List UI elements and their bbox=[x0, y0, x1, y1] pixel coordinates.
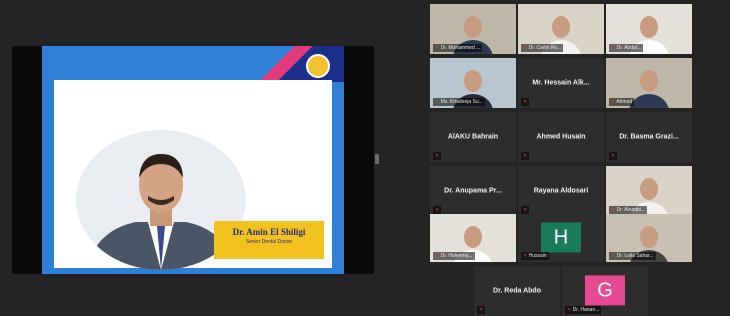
participant-name: Dr. Basma Grazi... bbox=[619, 133, 679, 141]
avatar: G bbox=[585, 275, 625, 306]
participant-tile[interactable]: ✕ Dr. Alnaqbi... bbox=[606, 166, 692, 216]
participant-label-text: Ms. Khadeeja Su... bbox=[440, 99, 483, 105]
participant-tile[interactable]: Mr. Hessain Alk... ✕ bbox=[518, 58, 604, 108]
muted-mic-icon: ✕ bbox=[523, 153, 528, 159]
participant-label-text: Dr. Mohammed ... bbox=[440, 45, 481, 51]
participant-label: ✕ bbox=[609, 152, 618, 160]
participant-tile[interactable]: ✕ Ahmed bbox=[606, 58, 692, 108]
participant-tile[interactable]: ✕ Dr. Mohammed ... bbox=[430, 4, 516, 54]
participant-label: ✕ bbox=[477, 306, 486, 314]
participant-label-text: Hussain bbox=[528, 253, 547, 259]
participant-tile[interactable]: Dr. Anupama Pr... ✕ bbox=[430, 166, 516, 216]
participant-label-text: Dr. Laila Sahar... bbox=[616, 253, 654, 259]
participant-label: ✕ bbox=[521, 206, 530, 214]
participant-label: ✕ Dr. Mohammed ... bbox=[433, 44, 483, 52]
participant-label: ✕ Dr. Alnaqbi... bbox=[609, 206, 647, 214]
participant-name: Dr. Reda Abdo bbox=[493, 287, 541, 295]
participant-tile[interactable]: ✕ Dr. Haleema... bbox=[430, 214, 516, 262]
participant-tile[interactable]: ✕ Dr. Laila Sahar... bbox=[606, 214, 692, 262]
participant-label: ✕ Hussain bbox=[521, 252, 549, 260]
participant-label: ✕ bbox=[521, 98, 530, 106]
avatar: H bbox=[541, 222, 581, 253]
participant-label: ✕ Dr. Laila Sahar... bbox=[609, 252, 656, 260]
participant-name: AlAKU Bahrain bbox=[447, 133, 499, 141]
participant-label-text: Dr. Haleema... bbox=[440, 253, 473, 259]
muted-mic-icon: ✕ bbox=[523, 99, 528, 105]
participant-name: Dr. Anupama Pr... bbox=[444, 187, 502, 195]
muted-mic-icon: ✕ bbox=[479, 307, 484, 313]
splitter-handle[interactable] bbox=[375, 154, 379, 164]
muted-mic-icon: ✕ bbox=[611, 153, 616, 159]
participant-name: Rayana Aldosari bbox=[533, 187, 589, 195]
muted-mic-icon: ✕ bbox=[523, 207, 528, 213]
muted-mic-icon: ✕ bbox=[435, 153, 440, 159]
participant-tile[interactable]: Ahmed Husain ✕ bbox=[518, 112, 604, 162]
participant-name: Ahmed Husain bbox=[536, 133, 586, 141]
slide-banner bbox=[258, 46, 344, 82]
participant-tile[interactable]: H ✕ Hussain bbox=[518, 214, 604, 262]
participant-label: ✕ Dr. Haleema... bbox=[433, 252, 475, 260]
participant-label: ✕ Dr. Hanan... bbox=[565, 306, 602, 314]
participant-tile[interactable]: Dr. Reda Abdo ✕ bbox=[474, 266, 560, 316]
participant-tile[interactable]: ✕ Dr. Abdul... bbox=[606, 4, 692, 54]
participant-tile[interactable]: ✕ Ms. Khadeeja Su... bbox=[430, 58, 516, 108]
participant-name: Mr. Hessain Alk... bbox=[532, 79, 590, 87]
muted-mic-icon: ✕ bbox=[435, 207, 440, 213]
speaker-name: Dr. Amin El Shiligi bbox=[232, 227, 306, 237]
participant-label-text: Ahmed bbox=[616, 99, 633, 105]
participant-label-text: Dr. Alnaqbi... bbox=[616, 207, 645, 213]
participant-label: ✕ Ahmed bbox=[609, 98, 635, 106]
participant-label: ✕ Ms. Khadeeja Su... bbox=[433, 98, 485, 106]
participant-tile[interactable]: Dr. Basma Grazi... ✕ bbox=[606, 112, 692, 162]
shared-screen: Dr. Amin El Shiligi Senior Dental Doctor bbox=[12, 46, 374, 274]
speaker-title: Senior Dental Doctor bbox=[245, 239, 293, 245]
participant-label: ✕ Dr. Carlin Ro... bbox=[521, 44, 564, 52]
participant-label: ✕ bbox=[521, 152, 530, 160]
speaker-name-plate: Dr. Amin El Shiligi Senior Dental Doctor bbox=[214, 221, 324, 259]
participant-label: ✕ bbox=[433, 152, 442, 160]
participant-tile[interactable]: ✕ Dr. Carlin Ro... bbox=[518, 4, 604, 54]
participant-tile[interactable]: G ✕ Dr. Hanan... bbox=[562, 266, 648, 316]
presentation-slide: Dr. Amin El Shiligi Senior Dental Doctor bbox=[42, 46, 344, 274]
participant-label-text: Dr. Hanan... bbox=[572, 307, 600, 313]
participant-tile[interactable]: Rayana Aldosari ✕ bbox=[518, 166, 604, 216]
participant-label-text: Dr. Carlin Ro... bbox=[528, 45, 562, 51]
participant-label-text: Dr. Abdul... bbox=[616, 45, 642, 51]
participant-label: ✕ Dr. Abdul... bbox=[609, 44, 644, 52]
participant-label: ✕ bbox=[433, 206, 442, 214]
university-logo-icon bbox=[306, 54, 330, 78]
participant-tile[interactable]: AlAKU Bahrain ✕ bbox=[430, 112, 516, 162]
